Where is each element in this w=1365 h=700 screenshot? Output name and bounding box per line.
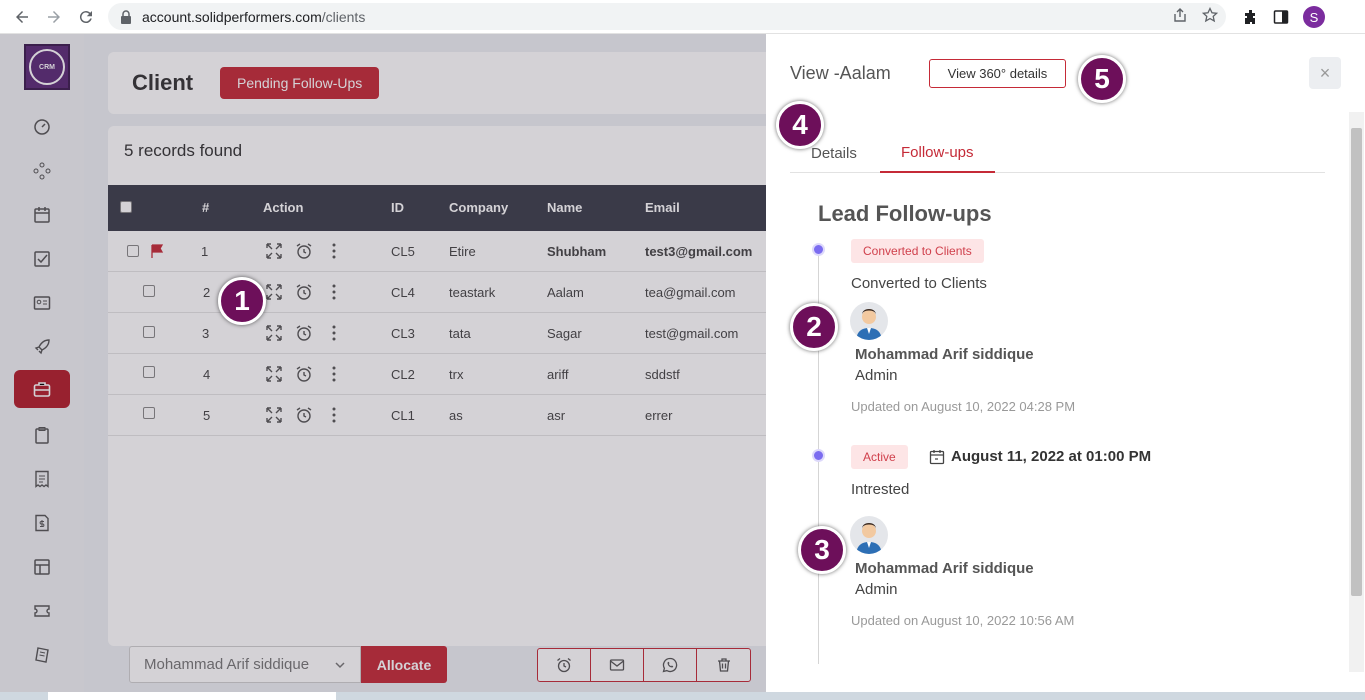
status-badge: Converted to Clients <box>851 239 984 263</box>
callout-badge: 4 <box>776 101 824 149</box>
panel-tabs: Details Follow-ups <box>790 134 1325 173</box>
followup-date: August 11, 2022 at 01:00 PM <box>929 448 1151 465</box>
followup-user: Mohammad Arif siddique <box>855 560 1034 577</box>
timeline-dot <box>812 449 825 462</box>
profile-avatar[interactable]: S <box>1303 6 1325 28</box>
client-detail-panel: View -Aalam View 360° details × Details … <box>766 34 1365 700</box>
scrollbar-thumb[interactable] <box>1351 128 1362 596</box>
avatar <box>850 516 888 554</box>
reload-icon[interactable] <box>70 1 102 33</box>
callout-badge: 3 <box>798 526 846 574</box>
followup-user: Mohammad Arif siddique <box>855 346 1034 363</box>
taskbar <box>0 692 1365 700</box>
modal-backdrop[interactable] <box>0 34 766 700</box>
view-360-details-button[interactable]: View 360° details <box>929 59 1066 88</box>
section-title: Lead Follow-ups <box>818 201 992 226</box>
timeline-dot <box>812 243 825 256</box>
lock-icon <box>121 9 131 24</box>
url-path: /clients <box>321 8 366 25</box>
close-icon[interactable]: × <box>1309 57 1341 89</box>
browser-toolbar: account.solidperformers.com/clients S <box>0 0 1365 34</box>
url-host: account.solidperformers.com <box>142 8 322 25</box>
forward-icon[interactable] <box>38 1 70 33</box>
followup-updated: Updated on August 10, 2022 04:28 PM <box>851 399 1076 414</box>
followup-note: Intrested <box>851 481 910 498</box>
callout-badge: 5 <box>1078 55 1126 103</box>
calendar-icon <box>929 449 945 464</box>
extensions-icon[interactable] <box>1243 9 1259 25</box>
back-icon[interactable] <box>6 1 38 33</box>
followup-updated: Updated on August 10, 2022 10:56 AM <box>851 613 1075 628</box>
panel-scrollbar[interactable] <box>1349 112 1364 672</box>
address-bar[interactable]: account.solidperformers.com/clients <box>108 3 1226 30</box>
avatar <box>850 302 888 340</box>
star-icon[interactable] <box>1202 7 1218 23</box>
followup-role: Admin <box>855 581 898 598</box>
share-icon[interactable] <box>1172 7 1188 23</box>
followup-note: Converted to Clients <box>851 275 987 292</box>
status-badge: Active <box>851 445 908 469</box>
followup-date-text: August 11, 2022 at 01:00 PM <box>951 448 1152 465</box>
side-panel-icon[interactable] <box>1273 9 1289 25</box>
tab-follow-ups[interactable]: Follow-ups <box>880 134 995 173</box>
followup-role: Admin <box>855 367 898 384</box>
callout-badge: 2 <box>790 303 838 351</box>
panel-title: View -Aalam <box>790 63 891 83</box>
callout-badge: 1 <box>218 277 266 325</box>
